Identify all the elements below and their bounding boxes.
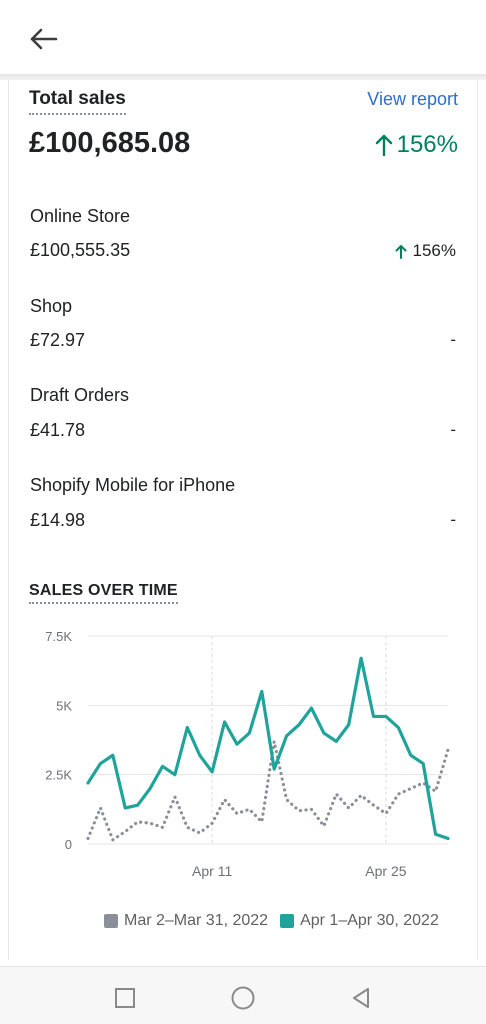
- series-line-current-period: [86, 656, 450, 841]
- system-nav-bar: [0, 966, 486, 1024]
- view-report-link[interactable]: View report: [367, 89, 458, 110]
- total-sales-change: 156%: [375, 131, 458, 159]
- y-tick-label: 2.5K: [45, 768, 72, 783]
- x-tick-label: Apr 25: [365, 863, 406, 879]
- legend-item-current[interactable]: Apr 1–Apr 30, 2022: [280, 912, 439, 930]
- square-recents-icon[interactable]: [112, 985, 138, 1011]
- y-tick-label: 7.5K: [45, 629, 72, 644]
- channel-change-draft-orders: -: [450, 420, 456, 439]
- sales-over-time-title[interactable]: SALES OVER TIME: [29, 582, 178, 604]
- legend-swatch-current: [280, 914, 295, 928]
- x-tick-label: Apr 11: [192, 863, 232, 879]
- channel-name-shop: Shop: [30, 296, 73, 316]
- channel-name-draft-orders: Draft Orders: [30, 385, 130, 405]
- arrow-up-icon: [375, 134, 392, 156]
- legend-label-previous: Mar 2–Mar 31, 2022: [124, 912, 269, 929]
- total-sales-value: £100,685.08: [29, 127, 191, 159]
- channel-name-online-store: Online Store: [30, 206, 131, 226]
- channel-change-value: 156%: [412, 241, 456, 260]
- y-tick-label: 0: [65, 837, 72, 852]
- circle-home-icon[interactable]: [230, 985, 256, 1011]
- channel-change-shopify-mobile: -: [450, 510, 456, 529]
- triangle-back-icon[interactable]: [348, 985, 374, 1011]
- legend-label-current: Apr 1–Apr 30, 2022: [300, 912, 439, 929]
- channel-change-online-store: 156%: [395, 241, 456, 261]
- sales-over-time-chart[interactable]: 0 2.5K 5K 7.5K Apr 11 Apr 25: [0, 620, 486, 890]
- arrow-up-icon: [395, 244, 407, 259]
- channel-value-draft-orders: £41.78: [30, 420, 86, 440]
- channel-change-shop: -: [450, 330, 456, 349]
- channel-value-shopify-mobile: £14.98: [30, 510, 86, 530]
- legend-item-previous[interactable]: Mar 2–Mar 31, 2022: [104, 912, 268, 930]
- channel-value-shop: £72.97: [30, 330, 86, 350]
- total-sales-change-value: 156%: [396, 131, 458, 158]
- y-tick-label: 5K: [56, 698, 72, 713]
- top-bar: [0, 0, 486, 76]
- legend-swatch-previous: [104, 914, 118, 928]
- series-line-previous-period: [86, 739, 450, 842]
- channel-name-shopify-mobile: Shopify Mobile for iPhone: [30, 475, 236, 495]
- channel-value-online-store: £100,555.35: [30, 240, 131, 260]
- total-sales-title[interactable]: Total sales: [29, 88, 126, 115]
- chart-legend: Mar 2–Mar 31, 2022 Apr 1–Apr 30, 2022: [104, 912, 439, 930]
- arrow-left-icon[interactable]: [26, 22, 60, 56]
